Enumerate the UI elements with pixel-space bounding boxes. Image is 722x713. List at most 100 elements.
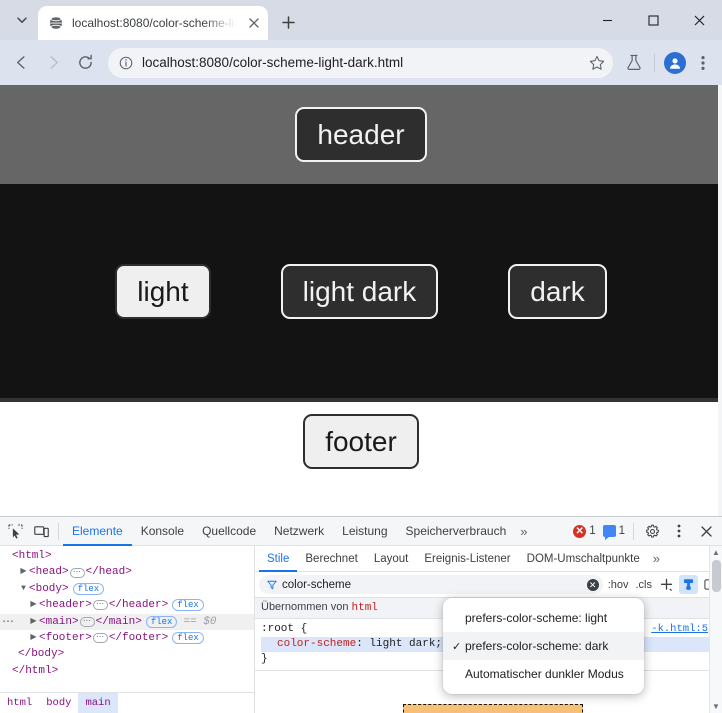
devtools-menu-icon[interactable] [666, 518, 692, 544]
dom-ellipsis-icon[interactable]: ⋯ [79, 616, 95, 627]
color-scheme-context-menu[interactable]: prefers-color-scheme: light ✓ prefers-co… [443, 598, 644, 694]
plus-icon[interactable] [657, 575, 676, 594]
scroll-up-arrow-icon[interactable]: ▲ [710, 546, 722, 559]
message-badge[interactable]: 1 [600, 525, 628, 540]
dom-tag-main-open: <main> [39, 615, 79, 628]
devtools-tab-netzwerk[interactable]: Netzwerk [265, 517, 333, 546]
dom-row-main[interactable]: ⋯ ▶ <main> ⋯ </main> flex == $0 [0, 613, 254, 630]
dom-tag-head-open: <head> [29, 566, 69, 579]
hov-toggle[interactable]: :hov [606, 579, 631, 591]
inherited-from-tag: html [351, 602, 378, 614]
page-footer-region: footer [0, 402, 722, 512]
new-tab-button[interactable] [274, 8, 302, 36]
tab-close-icon[interactable] [244, 13, 264, 33]
scrollbar-thumb[interactable] [711, 560, 721, 592]
main-box-light: light [115, 263, 211, 319]
css-property-value[interactable]: light dark; [369, 638, 442, 650]
dom-ellipsis-icon[interactable]: ⋯ [92, 633, 108, 644]
tabbar-divider-2 [633, 522, 634, 540]
dom-row-menu-icon[interactable]: ⋯ [2, 614, 14, 630]
styles-tab-stile[interactable]: Stile [259, 546, 297, 572]
flex-badge-body[interactable]: flex [72, 582, 105, 595]
browser-menu-icon[interactable] [690, 50, 716, 76]
devtools-close-icon[interactable] [693, 518, 719, 544]
styles-tab-dom-umschaltpunkte[interactable]: DOM-Umschaltpunkte [519, 546, 648, 572]
breadcrumb-item-main[interactable]: main [78, 692, 118, 713]
devtools-tab-konsole[interactable]: Konsole [132, 517, 193, 546]
styles-filter-bar: color-scheme ✕ :hov .cls [255, 572, 722, 598]
inspect-cursor-icon[interactable] [2, 518, 28, 544]
ctx-item-auto-dark-mode[interactable]: Automatischer dunkler Modus [443, 660, 644, 688]
main-box-dark: dark [508, 263, 607, 319]
minimize-icon[interactable] [584, 2, 630, 38]
styles-scrollbar[interactable]: ▲ ▼ [709, 546, 722, 713]
dom-row-html-open[interactable]: <html> [0, 548, 254, 564]
labs-flask-icon[interactable] [621, 50, 647, 76]
devtools-tabs-overflow-icon[interactable]: » [515, 524, 532, 539]
dom-tree[interactable]: <html> ▶ <head> ⋯ </head> ▼ <body> flex [0, 546, 254, 692]
styles-tabs-overflow-icon[interactable]: » [648, 551, 665, 566]
device-toolbar-icon[interactable] [28, 518, 54, 544]
dom-row-footer[interactable]: ▶ <footer> ⋯ </footer> flex [0, 630, 254, 646]
collapse-arrow-icon[interactable]: ▼ [18, 581, 29, 597]
styles-filter-value[interactable]: color-scheme [282, 579, 582, 591]
flex-badge-footer[interactable]: flex [172, 632, 204, 645]
dom-ellipsis-icon[interactable]: ⋯ [69, 567, 85, 578]
dom-row-body[interactable]: ▼ <body> flex [0, 581, 254, 597]
page-viewport: header light light dark dark footer [0, 85, 722, 516]
expand-arrow-icon[interactable]: ▶ [28, 614, 39, 630]
ctx-item-prefers-light[interactable]: prefers-color-scheme: light [443, 604, 644, 632]
css-property-name[interactable]: color-scheme [277, 638, 356, 650]
reload-icon[interactable] [70, 48, 100, 78]
error-badge[interactable]: ✕ 1 [570, 524, 598, 538]
dom-tag-html-close: </html> [12, 664, 59, 677]
dom-row-html-close[interactable]: </html> [0, 663, 254, 679]
dom-row-head[interactable]: ▶ <head> ⋯ </head> [0, 564, 254, 580]
maximize-icon[interactable] [630, 2, 676, 38]
dom-row-body-close[interactable]: </body> [0, 646, 254, 662]
devtools-tab-elemente[interactable]: Elemente [63, 517, 132, 546]
page-main-region: light light dark dark [0, 184, 722, 398]
devtools-tab-speicherverbrauch[interactable]: Speicherverbrauch [397, 517, 516, 546]
css-rule-source-link[interactable]: -k.html:5 [651, 622, 708, 637]
page-right-edge [718, 85, 722, 516]
clear-circle-icon[interactable]: ✕ [586, 578, 599, 591]
expand-arrow-icon[interactable]: ▶ [28, 630, 39, 646]
back-icon[interactable] [6, 48, 36, 78]
footer-box: footer [303, 414, 419, 469]
selected-node-ref: == $0 [183, 615, 217, 628]
cls-toggle[interactable]: .cls [634, 579, 655, 591]
address-bar-url[interactable]: localhost:8080/color-scheme-light-dark.h… [142, 55, 581, 70]
flex-badge-main[interactable]: flex [145, 615, 178, 628]
dom-ellipsis-icon[interactable]: ⋯ [92, 600, 108, 611]
styles-tab-ereignis-listener[interactable]: Ereignis-Listener [416, 546, 518, 572]
breadcrumb-item-html[interactable]: html [0, 693, 39, 713]
ctx-label-prefers-light: prefers-color-scheme: light [465, 611, 608, 625]
message-icon [602, 525, 616, 540]
devtools-tab-quellcode[interactable]: Quellcode [193, 517, 265, 546]
styles-tabbar: Stile Berechnet Layout Ereignis-Listener… [255, 546, 722, 572]
info-circle-icon[interactable] [118, 55, 134, 71]
browser-tab[interactable]: localhost:8080/color-scheme-lig [38, 6, 268, 40]
flex-badge-header[interactable]: flex [172, 599, 204, 612]
expand-arrow-icon[interactable]: ▶ [28, 597, 39, 613]
gear-icon[interactable] [639, 518, 665, 544]
breadcrumb-item-body[interactable]: body [39, 693, 78, 713]
styles-tab-berechnet[interactable]: Berechnet [297, 546, 365, 572]
star-icon[interactable] [589, 55, 605, 71]
styles-tab-layout[interactable]: Layout [366, 546, 417, 572]
dom-row-header[interactable]: ▶ <header> ⋯ </header> flex [0, 597, 254, 613]
main-box-light-dark: light dark [280, 263, 439, 319]
styles-filter-input[interactable]: color-scheme ✕ [259, 575, 603, 594]
address-bar[interactable]: localhost:8080/color-scheme-light-dark.h… [108, 47, 613, 78]
tab-search-icon[interactable] [8, 6, 36, 34]
ctx-label-auto-dark-mode: Automatischer dunkler Modus [465, 667, 624, 681]
window-close-icon[interactable] [676, 2, 722, 38]
devtools-tab-leistung[interactable]: Leistung [333, 517, 396, 546]
scroll-down-arrow-icon[interactable]: ▼ [710, 700, 722, 713]
expand-arrow-icon[interactable]: ▶ [18, 564, 29, 580]
paintbrush-icon[interactable] [679, 575, 698, 594]
forward-icon[interactable] [38, 48, 68, 78]
ctx-item-prefers-dark[interactable]: ✓ prefers-color-scheme: dark [443, 632, 644, 660]
profile-avatar[interactable] [662, 50, 688, 76]
